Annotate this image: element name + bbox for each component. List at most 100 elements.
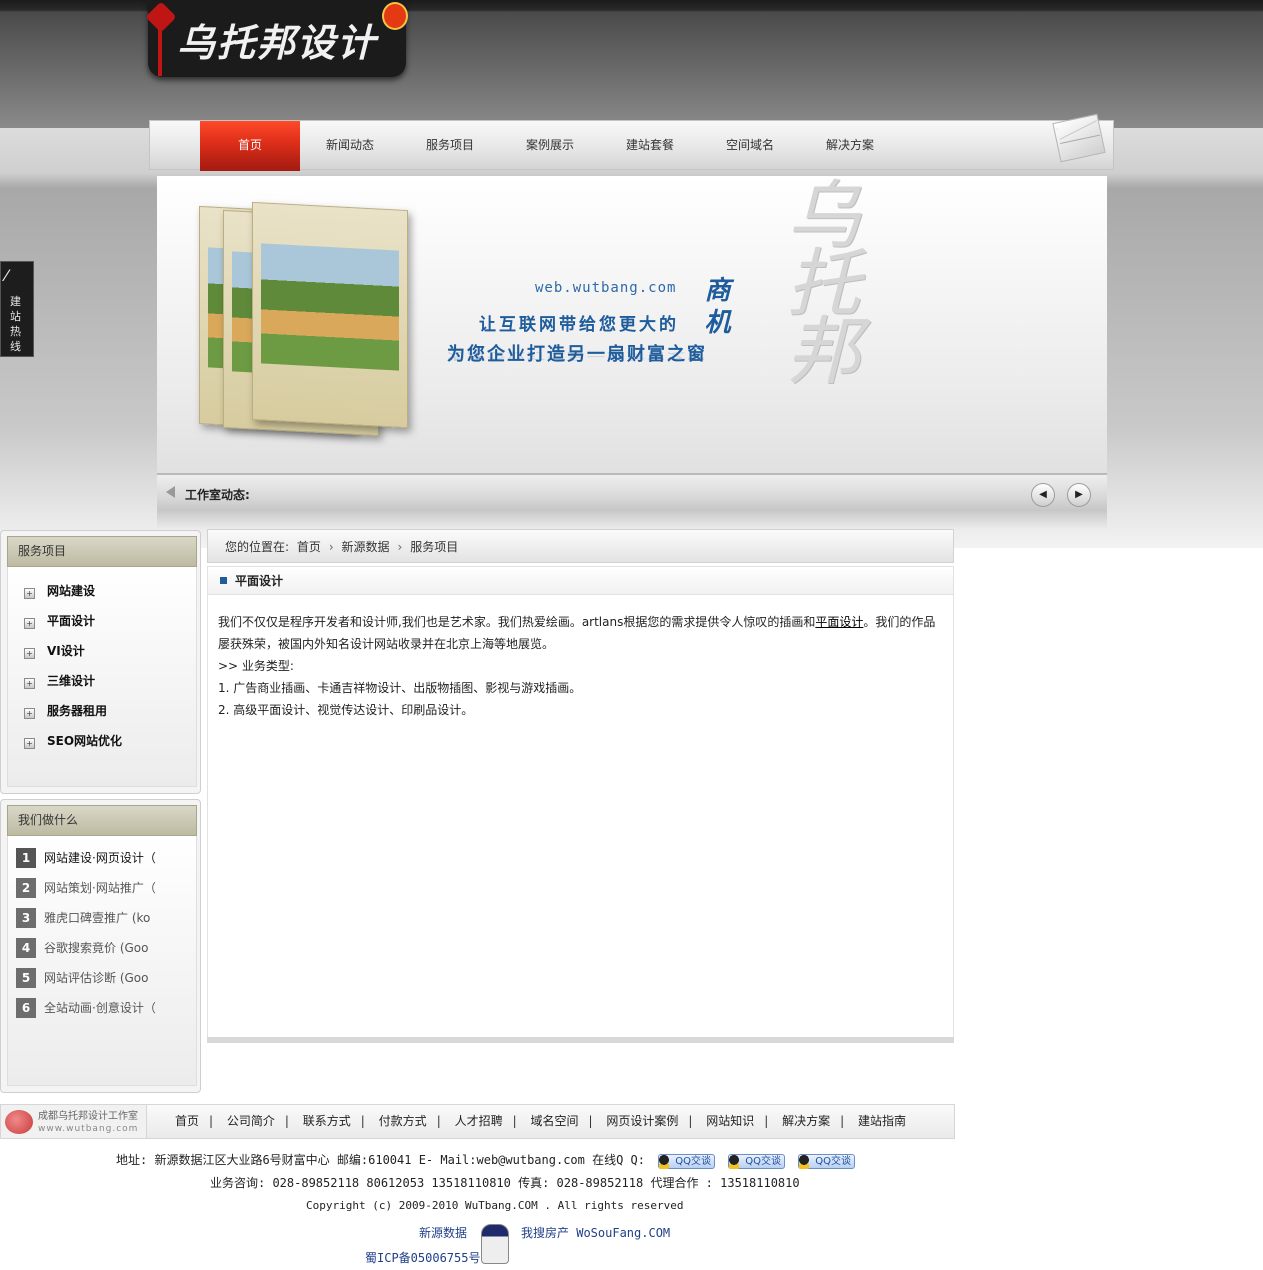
content-title: 平面设计 bbox=[208, 567, 953, 595]
chevron-right-icon: › bbox=[397, 540, 403, 554]
nav-item-cases[interactable]: 案例展示 bbox=[500, 121, 600, 171]
service-link[interactable]: + 平面设计 bbox=[24, 611, 95, 631]
list-item-text: 谷歌搜索竟价 (Goo bbox=[44, 941, 149, 955]
footer-link[interactable]: 人才招聘 bbox=[455, 1114, 503, 1128]
plus-icon: + bbox=[24, 588, 35, 599]
footer-link[interactable]: 网页设计案例 bbox=[606, 1114, 678, 1128]
footer-logo-text: 成都乌托邦设计工作室 bbox=[38, 1111, 138, 1122]
footer-nav: 成都乌托邦设计工作室 www.wutbang.com 首页 | 公司简介 | 联系方… bbox=[0, 1104, 955, 1139]
list-item[interactable]: 4 谷歌搜索竟价 (Goo bbox=[16, 938, 148, 958]
banner-headline: 让互联网带给您更大的 bbox=[479, 315, 679, 335]
business-type-2: 2. 高级平面设计、视觉传达设计、印刷品设计。 bbox=[218, 703, 474, 717]
banner-opportunity: 商机 bbox=[700, 276, 730, 340]
breadcrumb-item-data[interactable]: 新源数据 bbox=[342, 540, 390, 554]
nav-item-home[interactable]: 首页 bbox=[200, 121, 300, 171]
service-link[interactable]: + 三维设计 bbox=[24, 671, 95, 691]
footer-link[interactable]: 建站指南 bbox=[858, 1114, 906, 1128]
service-label: 服务器租用 bbox=[47, 704, 108, 718]
services-panel-body: + 网站建设 + 平面设计 + VI设计 + 三维设计 + 服务器租用 + SEO网站优化 bbox=[7, 567, 197, 787]
services-panel-title: 服务项目 bbox=[7, 536, 197, 567]
service-label: VI设计 bbox=[47, 644, 85, 658]
qq-chat-button[interactable]: QQ交谈 bbox=[658, 1154, 715, 1169]
hotline-tab[interactable]: ⁄ 建站热线 bbox=[0, 261, 34, 357]
nav-item-news[interactable]: 新闻动态 bbox=[300, 121, 400, 171]
footer-link[interactable]: 解决方案 bbox=[782, 1114, 830, 1128]
hotline-label: 建站热线 bbox=[10, 295, 21, 353]
list-item[interactable]: 2 网站策划·网站推广（ bbox=[16, 878, 156, 898]
main-nav: 首页 新闻动态 服务项目 案例展示 建站套餐 空间域名 解决方案 bbox=[149, 120, 1114, 171]
nav-item-hosting[interactable]: 空间域名 bbox=[700, 121, 800, 171]
police-badge-icon[interactable] bbox=[481, 1224, 509, 1264]
tassel-icon bbox=[158, 28, 162, 76]
banner-calligraphy: 乌托邦 bbox=[774, 176, 860, 380]
service-link[interactable]: + VI设计 bbox=[24, 641, 85, 661]
content-title-text: 平面设计 bbox=[235, 574, 284, 588]
icp-link[interactable]: 蜀ICP备05006755号 bbox=[365, 1249, 480, 1266]
plus-icon: + bbox=[24, 708, 35, 719]
list-item[interactable]: 3 雅虎口碑壹推广 (ko bbox=[16, 908, 150, 928]
breadcrumb-item-services[interactable]: 服务项目 bbox=[410, 540, 458, 554]
chevron-right-icon: › bbox=[328, 540, 334, 554]
studio-badge-icon bbox=[5, 1110, 33, 1134]
nav-item-solutions[interactable]: 解决方案 bbox=[800, 121, 900, 171]
square-bullet-icon bbox=[220, 577, 227, 584]
what-we-do-title: 我们做什么 bbox=[7, 805, 197, 836]
footer-link[interactable]: 网站知识 bbox=[706, 1114, 754, 1128]
footer-logo[interactable]: 成都乌托邦设计工作室 www.wutbang.com bbox=[1, 1105, 147, 1138]
qq-chat-button[interactable]: QQ交谈 bbox=[798, 1154, 855, 1169]
list-item-text: 雅虎口碑壹推广 (ko bbox=[44, 911, 151, 925]
partner-link[interactable]: 新源数据 bbox=[419, 1224, 467, 1241]
list-item[interactable]: 5 网站评估诊断 (Goo bbox=[16, 968, 148, 988]
site-logo[interactable]: 乌托邦设计 bbox=[148, 2, 406, 77]
service-link[interactable]: + 网站建设 bbox=[24, 581, 95, 601]
service-label: 网站建设 bbox=[47, 584, 96, 598]
graphic-design-link[interactable]: 平面设计 bbox=[815, 615, 863, 629]
services-panel: 服务项目 + 网站建设 + 平面设计 + VI设计 + 三维设计 + 服务器租用 + SEO… bbox=[0, 530, 201, 794]
footer-link[interactable]: 付款方式 bbox=[379, 1114, 427, 1128]
banner-url: web.wutbang.com bbox=[535, 280, 677, 296]
footer-address-line: 地址: 新源数据江区大业路6号财富中心 邮编:610041 E- Mail:we… bbox=[116, 1151, 855, 1169]
breadcrumb: 您的位置在: 首页 › 新源数据 › 服务项目 bbox=[207, 529, 954, 563]
brochure-image bbox=[252, 201, 408, 429]
nav-item-packages[interactable]: 建站套餐 bbox=[600, 121, 700, 171]
service-link[interactable]: + 服务器租用 bbox=[24, 701, 107, 721]
footer-link[interactable]: 首页 bbox=[175, 1114, 199, 1128]
news-ticker: 工作室动态: ◀ ▶ bbox=[157, 473, 1107, 511]
plus-icon: + bbox=[24, 618, 35, 629]
footer-business: 业务咨询: 028-89852118 80612053 13518110810 … bbox=[210, 1176, 800, 1190]
business-type-heading: >> 业务类型: bbox=[218, 659, 294, 673]
main-content: 平面设计 我们不仅仅是程序开发者和设计师,我们也是艺术家。我们热爱绘画。artl… bbox=[207, 566, 954, 1040]
rank-badge: 3 bbox=[16, 908, 36, 928]
business-type-1: 1. 广告商业插画、卡通吉祥物设计、出版物插图、影视与游戏插画。 bbox=[218, 681, 582, 695]
service-link[interactable]: + SEO网站优化 bbox=[24, 731, 122, 751]
footer-link[interactable]: 公司简介 bbox=[227, 1114, 275, 1128]
intro-text: 我们不仅仅是程序开发者和设计师,我们也是艺术家。我们热爱绘画。artlans根据… bbox=[218, 615, 816, 629]
nav-item-services[interactable]: 服务项目 bbox=[400, 121, 500, 171]
list-item[interactable]: 1 网站建设·网页设计（ bbox=[16, 848, 156, 868]
what-we-do-body: 1 网站建设·网页设计（ 2 网站策划·网站推广（ 3 雅虎口碑壹推广 (ko 4 谷歌… bbox=[7, 836, 197, 1086]
footer-links: 首页 | 公司简介 | 联系方式 | 付款方式 | 人才招聘 | 域名空间 | 网页设计案例… bbox=[175, 1114, 907, 1128]
list-item-text: 全站动画·创意设计（ bbox=[44, 1001, 156, 1015]
rank-badge: 1 bbox=[16, 848, 36, 868]
list-item-text: 网站策划·网站推广（ bbox=[44, 881, 156, 895]
content-bottom-bar bbox=[207, 1037, 954, 1043]
footer-link[interactable]: 域名空间 bbox=[530, 1114, 578, 1128]
next-arrow-icon[interactable]: ▶ bbox=[1067, 483, 1091, 507]
partner-link[interactable]: 我搜房产 WoSouFang.COM bbox=[521, 1224, 670, 1241]
logo-text: 乌托邦设计 bbox=[176, 20, 377, 65]
list-item[interactable]: 6 全站动画·创意设计（ bbox=[16, 998, 156, 1018]
magic-wand-icon: ⁄ bbox=[5, 266, 8, 285]
footer-link[interactable]: 联系方式 bbox=[303, 1114, 351, 1128]
prev-arrow-icon[interactable]: ◀ bbox=[1031, 483, 1055, 507]
list-item-text: 网站建设·网页设计（ bbox=[44, 851, 156, 865]
qq-chat-button[interactable]: QQ交谈 bbox=[728, 1154, 785, 1169]
rank-badge: 4 bbox=[16, 938, 36, 958]
plus-icon: + bbox=[24, 648, 35, 659]
lantern-icon bbox=[382, 2, 408, 30]
footer-address: 地址: 新源数据江区大业路6号财富中心 邮编:610041 E- Mail:we… bbox=[116, 1153, 645, 1167]
ticker-label: 工作室动态: bbox=[185, 488, 250, 502]
breadcrumb-item-home[interactable]: 首页 bbox=[297, 540, 321, 554]
footer-copyright: Copyright (c) 2009-2010 WuTbang.COM . Al… bbox=[306, 1199, 684, 1212]
content-body: 我们不仅仅是程序开发者和设计师,我们也是艺术家。我们热爱绘画。artlans根据… bbox=[208, 595, 953, 721]
ticker-arrow-icon bbox=[166, 486, 175, 498]
